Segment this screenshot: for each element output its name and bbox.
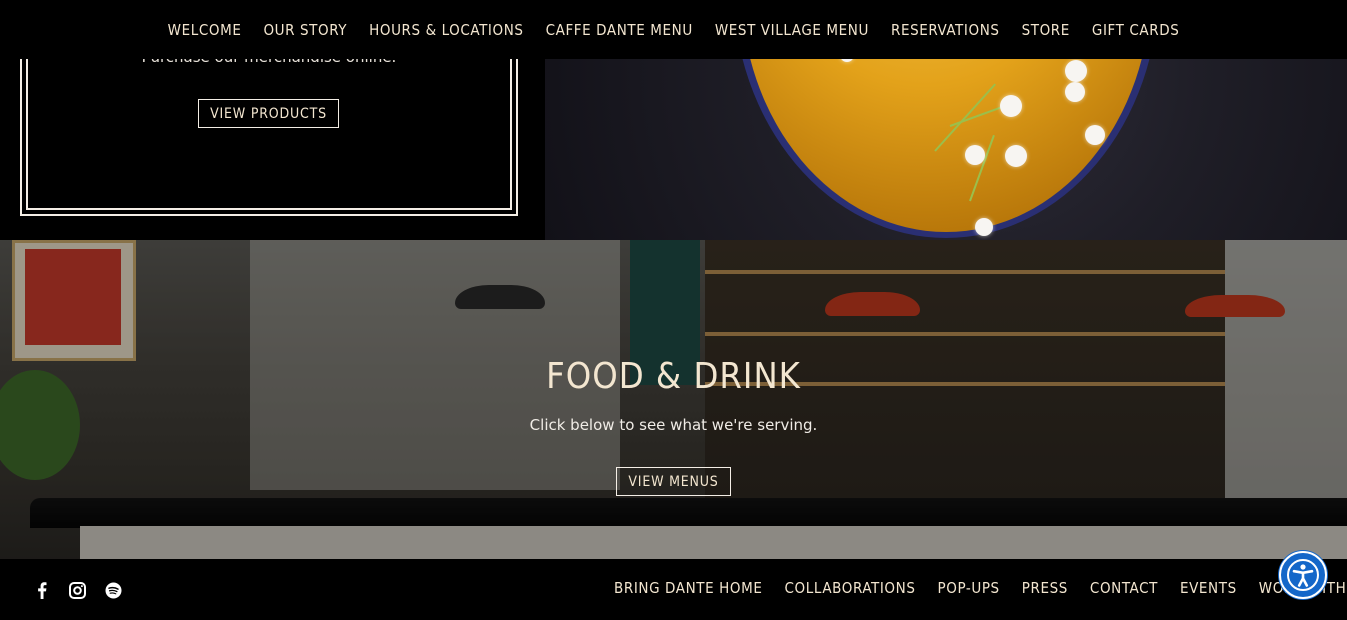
footer: Bring Dante Home Collaborations Pop-Ups … <box>0 559 1347 620</box>
nav-caffe-dante-menu[interactable]: Caffe Dante Menu <box>546 21 693 39</box>
flower <box>1065 82 1085 102</box>
flower <box>1065 60 1087 82</box>
nav-gift-cards[interactable]: Gift Cards <box>1092 21 1179 39</box>
nav-reservations[interactable]: Reservations <box>891 21 1000 39</box>
food-drink-subtitle: Click below to see what we're serving. <box>529 416 818 434</box>
facebook-icon[interactable] <box>31 579 53 601</box>
flower <box>965 145 985 165</box>
view-products-button[interactable]: View Products <box>198 99 339 128</box>
food-drink-section: Food & Drink Click below to see what we'… <box>0 240 1347 559</box>
spotify-icon[interactable] <box>102 579 124 601</box>
view-menus-button[interactable]: View Menus <box>616 467 731 496</box>
nav-welcome[interactable]: Welcome <box>168 21 242 39</box>
nav-west-village-menu[interactable]: West Village Menu <box>715 21 869 39</box>
photo-overlay <box>0 240 1347 559</box>
flower <box>1000 95 1022 117</box>
nav-our-story[interactable]: Our Story <box>263 21 347 39</box>
flower <box>975 218 993 236</box>
footer-link-bring-dante-home[interactable]: Bring Dante Home <box>614 579 763 597</box>
flower <box>1085 125 1105 145</box>
footer-link-contact[interactable]: Contact <box>1090 579 1158 597</box>
instagram-icon[interactable] <box>66 579 88 601</box>
food-drink-title: Food & Drink <box>546 356 801 397</box>
footer-link-collaborations[interactable]: Collaborations <box>785 579 916 597</box>
footer-nav: Bring Dante Home Collaborations Pop-Ups … <box>614 579 1347 597</box>
nav-hours-locations[interactable]: Hours & Locations <box>369 21 523 39</box>
footer-link-press[interactable]: Press <box>1022 579 1068 597</box>
flower <box>1005 145 1027 167</box>
footer-link-pop-ups[interactable]: Pop-Ups <box>938 579 1000 597</box>
footer-link-events[interactable]: Events <box>1180 579 1237 597</box>
accessibility-icon[interactable] <box>1279 551 1327 599</box>
top-nav: Welcome Our Story Hours & Locations Caff… <box>0 0 1347 59</box>
nav-store[interactable]: Store <box>1022 21 1070 39</box>
